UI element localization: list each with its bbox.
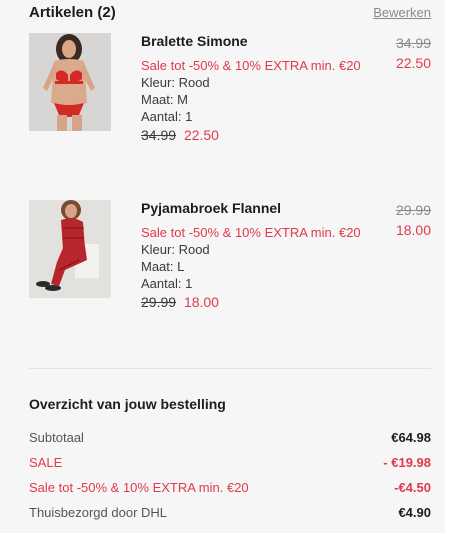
old-price-right: 29.99 — [395, 202, 431, 218]
item-size: Maat: L — [141, 259, 185, 274]
page-background — [445, 0, 475, 533]
product-name[interactable]: Bralette Simone — [141, 33, 361, 50]
old-price: 29.99 — [141, 294, 177, 310]
old-price-right: 34.99 — [395, 35, 431, 51]
product-image-pyjamabroek[interactable] — [29, 200, 111, 298]
promo-text: Sale tot -50% & 10% EXTRA min. €20 — [141, 58, 361, 73]
item-quantity: Aantal: 1 — [141, 276, 193, 291]
promo-text: Sale tot -50% & 10% EXTRA min. €20 — [141, 225, 361, 240]
edit-link[interactable]: Bewerken — [373, 5, 431, 20]
summary-label: Sale tot -50% & 10% EXTRA min. €20 — [29, 480, 249, 495]
product-photo — [29, 200, 111, 298]
item-quantity: Aantal: 1 — [141, 109, 193, 124]
summary-row-promo: Sale tot -50% & 10% EXTRA min. €20 -€4.5… — [29, 480, 431, 502]
product-name[interactable]: Pyjamabroek Flannel — [141, 200, 361, 217]
summary-title: Overzicht van jouw bestelling — [29, 396, 226, 412]
price-column: 29.99 18.00 — [396, 200, 431, 240]
summary-row-shipping: Thuisbezorgd door DHL €4.90 — [29, 505, 431, 527]
product-image-bralette[interactable] — [29, 33, 111, 131]
old-price: 34.99 — [141, 127, 177, 143]
item-color: Kleur: Rood — [141, 75, 210, 90]
summary-label: Subtotaal — [29, 430, 84, 445]
sale-price: 22.50 — [183, 127, 219, 143]
item-size: Maat: M — [141, 92, 188, 107]
item-color: Kleur: Rood — [141, 242, 210, 257]
cart-title: Artikelen (2) — [29, 4, 116, 21]
summary-value: - €19.98 — [383, 455, 431, 470]
summary-label: SALE — [29, 455, 63, 470]
cart-item: Bralette Simone Sale tot -50% & 10% EXTR… — [29, 33, 431, 183]
cart-header: Artikelen (2) Bewerken — [29, 4, 431, 24]
summary-value: -€4.50 — [394, 480, 431, 495]
product-photo — [29, 33, 111, 131]
summary-value: €64.98 — [391, 430, 431, 445]
summary-value: €4.90 — [398, 505, 431, 520]
sale-price-right: 22.50 — [395, 55, 431, 71]
summary-row-subtotal: Subtotaal €64.98 — [29, 430, 431, 452]
item-details: Pyjamabroek Flannel Sale tot -50% & 10% … — [141, 200, 361, 312]
price-column: 34.99 22.50 — [396, 33, 431, 73]
item-details: Bralette Simone Sale tot -50% & 10% EXTR… — [141, 33, 361, 145]
cart-panel: Artikelen (2) Bewerken Bralette Simone S… — [0, 0, 445, 533]
sale-price: 18.00 — [183, 294, 219, 310]
divider — [29, 368, 431, 369]
summary-label: Thuisbezorgd door DHL — [29, 505, 168, 520]
sale-price-right: 18.00 — [395, 222, 431, 238]
cart-item: Pyjamabroek Flannel Sale tot -50% & 10% … — [29, 200, 431, 350]
summary-row-sale: SALE - €19.98 — [29, 455, 431, 477]
